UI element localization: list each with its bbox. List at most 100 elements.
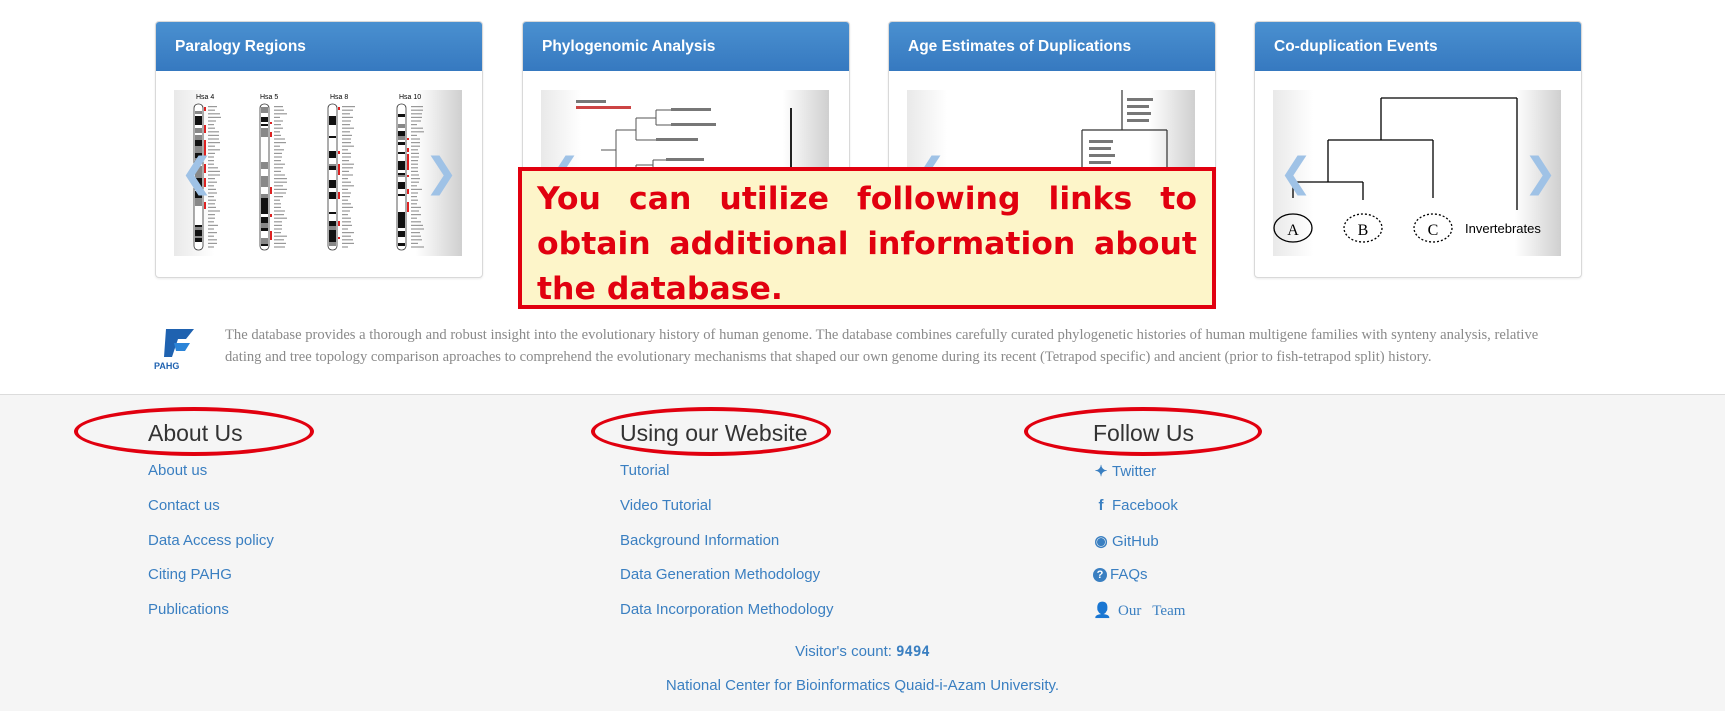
footer-link-github[interactable]: ◉ GitHub bbox=[1093, 532, 1158, 550]
gene-label-mark bbox=[411, 116, 422, 118]
gene-label-mark bbox=[342, 174, 353, 176]
gene-label-mark bbox=[411, 242, 418, 244]
gene-label-mark bbox=[342, 185, 354, 187]
chromosome-band bbox=[195, 209, 202, 212]
gene-label-mark bbox=[274, 221, 282, 223]
card-carousel-image[interactable]: Hsa 4 Hsa 5 Hsa 8 Hsa 10 ❮ ❯ bbox=[174, 90, 462, 256]
gene-label-mark bbox=[342, 124, 350, 126]
footer-link-facebook[interactable]: f Facebook bbox=[1093, 497, 1178, 514]
footer-link-data-generation-methodology[interactable]: Data Generation Methodology bbox=[620, 566, 820, 583]
footer-link-citing-pahg[interactable]: Citing PAHG bbox=[148, 566, 232, 583]
footer-link-video-tutorial[interactable]: Video Tutorial bbox=[620, 497, 711, 514]
carousel-next-icon[interactable]: ❯ bbox=[1523, 153, 1557, 193]
card-carousel-image[interactable]: A B C Invertebrates ❮ ❯ bbox=[1273, 90, 1561, 256]
card-title: Co-duplication Events bbox=[1255, 22, 1581, 71]
paralogy-marker bbox=[407, 138, 409, 140]
gene-label-mark bbox=[342, 203, 351, 205]
chromosome-band bbox=[261, 158, 268, 162]
chromosome-band bbox=[329, 131, 336, 136]
institute-link[interactable]: National Center for Bioinformatics Quaid… bbox=[0, 677, 1725, 694]
chromosome-band bbox=[329, 206, 336, 212]
gene-label-mark bbox=[411, 232, 420, 234]
chromosome-band bbox=[398, 140, 405, 142]
gene-label-mark bbox=[342, 145, 354, 147]
gene-label-mark bbox=[411, 160, 418, 162]
footer-link-contact-us[interactable]: Contact us bbox=[148, 497, 220, 514]
gene-label-mark bbox=[411, 131, 424, 133]
gene-label-mark bbox=[208, 239, 217, 241]
chromosome-band bbox=[329, 149, 336, 151]
gene-label-mark bbox=[411, 127, 423, 129]
paralogy-marker bbox=[338, 166, 340, 170]
paralogy-marker bbox=[204, 125, 206, 128]
chromosome-band bbox=[329, 158, 336, 164]
gene-label-mark bbox=[411, 178, 420, 180]
gene-label-mark bbox=[342, 239, 353, 241]
footer-link-data-incorporation-methodology[interactable]: Data Incorporation Methodology bbox=[620, 601, 833, 618]
paralogy-marker bbox=[407, 161, 409, 163]
carousel-prev-icon[interactable]: ❮ bbox=[1279, 153, 1313, 193]
footer-link-tutorial[interactable]: Tutorial bbox=[620, 462, 669, 479]
gene-label-mark bbox=[342, 149, 348, 151]
footer-link-background-information[interactable]: Background Information bbox=[620, 532, 779, 549]
paralogy-marker bbox=[338, 221, 340, 223]
gene-label-mark bbox=[342, 178, 348, 180]
card-paralogy-regions[interactable]: Paralogy Regions Hsa 4 Hsa 5 Hsa 8 Hsa 1… bbox=[155, 21, 483, 278]
gene-label-mark bbox=[274, 152, 282, 154]
gene-label-mark bbox=[274, 239, 284, 241]
footer-link-publications[interactable]: Publications bbox=[148, 601, 229, 618]
chromosome-band bbox=[195, 111, 202, 114]
gene-label-mark bbox=[342, 221, 351, 223]
gene-label-mark bbox=[274, 206, 281, 208]
footer-link-about-us[interactable]: About us bbox=[148, 462, 207, 479]
gene-label-mark bbox=[208, 206, 216, 208]
chromosome-label: Hsa 8 bbox=[330, 94, 348, 101]
chromosome-band bbox=[195, 140, 202, 146]
gene-label-mark bbox=[411, 145, 420, 147]
chromosome-band bbox=[398, 182, 405, 189]
gene-label-mark bbox=[411, 210, 419, 212]
chromosome-band bbox=[398, 177, 405, 182]
gene-label-mark bbox=[274, 138, 285, 140]
chromosome-band bbox=[329, 138, 336, 145]
chromosome-band bbox=[398, 152, 405, 154]
footer-link-label: Twitter bbox=[1112, 463, 1157, 480]
gene-label-mark bbox=[208, 214, 215, 216]
gene-label-mark bbox=[274, 124, 281, 126]
gene-label-mark bbox=[342, 116, 353, 118]
paralogy-marker bbox=[338, 237, 340, 239]
chromosome-band bbox=[261, 174, 268, 176]
carousel-next-icon[interactable]: ❯ bbox=[424, 153, 458, 193]
footer-link-our-team[interactable]: 👤 Our Team bbox=[1093, 601, 1185, 620]
card-co-duplication-events[interactable]: Co-duplication Events A B C Invertebrate… bbox=[1254, 21, 1582, 278]
gene-label-mark bbox=[274, 145, 280, 147]
chromosome-band bbox=[398, 243, 405, 246]
gene-label-mark bbox=[342, 152, 351, 154]
gene-label-mark bbox=[411, 124, 417, 126]
chromosome-band bbox=[195, 225, 202, 227]
chromosome-band bbox=[329, 221, 336, 223]
carousel-prev-icon[interactable]: ❮ bbox=[180, 153, 214, 193]
gene-label-mark bbox=[342, 199, 348, 201]
gene-label-mark bbox=[411, 188, 422, 190]
gene-label-mark bbox=[208, 142, 220, 144]
gene-label-mark bbox=[274, 228, 282, 230]
chromosome-band bbox=[398, 128, 405, 131]
footer-link-faqs[interactable]: ? FAQs bbox=[1093, 566, 1148, 583]
gene-label-mark bbox=[274, 106, 283, 108]
chromosome-band bbox=[329, 242, 336, 244]
chromosome-band bbox=[329, 199, 336, 206]
chromosome-band bbox=[261, 198, 268, 203]
chromosome-band bbox=[398, 136, 405, 138]
github-icon: ◉ bbox=[1094, 533, 1108, 550]
chromosome-band bbox=[195, 242, 202, 246]
footer-link-twitter[interactable]: ✦ Twitter bbox=[1093, 462, 1156, 480]
paralogy-marker bbox=[407, 148, 409, 152]
chromosome-label: Hsa 5 bbox=[260, 94, 278, 101]
gene-label-mark bbox=[208, 127, 215, 129]
chromosome-band bbox=[398, 189, 405, 194]
chromosome-band bbox=[398, 161, 405, 163]
paralogy-marker bbox=[270, 187, 272, 194]
footer-link-data-access-policy[interactable]: Data Access policy bbox=[148, 532, 274, 549]
chromosome-band bbox=[195, 135, 202, 137]
